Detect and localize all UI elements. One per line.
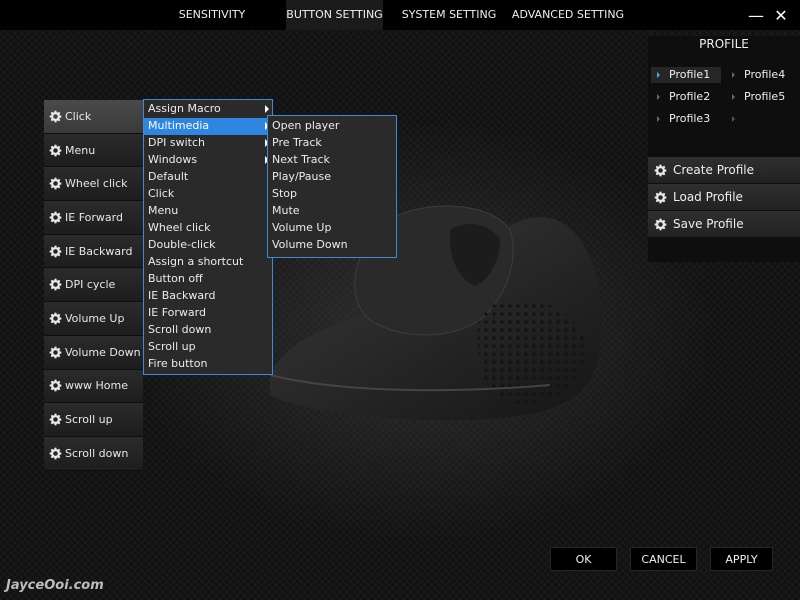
function-menu: Assign Macro Multimedia DPI switch Windo… <box>143 99 273 375</box>
submenu-item-open-player[interactable]: Open player <box>268 118 396 135</box>
menu-item-scroll-up[interactable]: Scroll up <box>144 339 272 356</box>
cancel-button[interactable]: CANCEL <box>630 547 697 571</box>
profile-dot-icon <box>732 94 735 100</box>
top-bar: SENSITIVITY BUTTON SETTING SYSTEM SETTIN… <box>0 0 800 30</box>
menu-item-button-off[interactable]: Button off <box>144 271 272 288</box>
apply-button[interactable]: APPLY <box>710 547 773 571</box>
watermark: JayceOoi.com <box>6 578 104 593</box>
button-label: Wheel click <box>65 177 128 191</box>
close-icon[interactable]: ✕ <box>771 6 791 26</box>
gear-icon <box>49 447 62 460</box>
submenu-item-play-pause[interactable]: Play/Pause <box>268 169 396 186</box>
menu-item-ie-forward[interactable]: IE Forward <box>144 305 272 322</box>
button-scroll-down[interactable]: Scroll down <box>44 436 143 471</box>
mouse-button-list: Click Menu Wheel click IE Forward IE Bac… <box>44 100 143 471</box>
load-profile-button[interactable]: Load Profile <box>648 184 800 210</box>
menu-item-default[interactable]: Default <box>144 169 272 186</box>
minimize-icon[interactable]: — <box>746 6 766 26</box>
button-label: Menu <box>65 143 96 157</box>
submenu-item-volume-up[interactable]: Volume Up <box>268 220 396 237</box>
button-wheel-click[interactable]: Wheel click <box>44 167 143 202</box>
gear-icon <box>49 346 62 359</box>
button-label: IE Backward <box>65 244 133 258</box>
submenu-arrow-icon <box>265 105 269 113</box>
save-profile-button[interactable]: Save Profile <box>648 211 800 237</box>
profile-item-5[interactable]: Profile5 <box>726 89 796 105</box>
profile-item-1[interactable]: Profile1 <box>651 67 721 83</box>
gear-icon <box>49 379 62 392</box>
menu-item-multimedia[interactable]: Multimedia <box>144 118 272 135</box>
empty-slot-icon <box>732 116 735 122</box>
profile-item-4[interactable]: Profile4 <box>726 67 796 83</box>
button-label: Volume Down <box>65 345 141 359</box>
tab-sensitivity[interactable]: SENSITIVITY <box>166 0 258 30</box>
gear-icon <box>49 211 62 224</box>
submenu-item-volume-down[interactable]: Volume Down <box>268 237 396 254</box>
gear-icon <box>654 218 667 231</box>
button-www-home[interactable]: www Home <box>44 369 143 404</box>
multimedia-submenu: Open player Pre Track Next Track Play/Pa… <box>267 115 397 258</box>
button-click[interactable]: Click <box>44 100 143 134</box>
button-ie-forward[interactable]: IE Forward <box>44 201 143 235</box>
menu-item-assign-macro[interactable]: Assign Macro <box>144 101 272 118</box>
profile-dot-icon <box>732 72 735 78</box>
button-label: IE Forward <box>65 210 123 224</box>
button-label: Scroll up <box>65 413 113 427</box>
submenu-item-pre-track[interactable]: Pre Track <box>268 135 396 152</box>
profile-item-3[interactable]: Profile3 <box>651 111 721 127</box>
gear-icon <box>49 413 62 426</box>
submenu-item-stop[interactable]: Stop <box>268 186 396 203</box>
profile-dot-icon <box>657 116 660 122</box>
menu-item-windows[interactable]: Windows <box>144 152 272 169</box>
button-volume-down[interactable]: Volume Down <box>44 335 143 370</box>
tab-system-setting[interactable]: SYSTEM SETTING <box>397 0 501 30</box>
menu-item-wheel-click[interactable]: Wheel click <box>144 220 272 237</box>
profile-dot-icon <box>657 72 660 78</box>
button-label: Scroll down <box>65 446 129 460</box>
profile-item-2[interactable]: Profile2 <box>651 89 721 105</box>
menu-item-click[interactable]: Click <box>144 186 272 203</box>
menu-item-scroll-down[interactable]: Scroll down <box>144 322 272 339</box>
profile-title: PROFILE <box>699 37 749 51</box>
menu-item-ie-backward[interactable]: IE Backward <box>144 288 272 305</box>
gear-icon <box>49 144 62 157</box>
gear-icon <box>49 177 62 190</box>
menu-item-dpi-switch[interactable]: DPI switch <box>144 135 272 152</box>
ok-button[interactable]: OK <box>550 547 617 571</box>
button-ie-backward[interactable]: IE Backward <box>44 234 143 269</box>
button-label: Volume Up <box>65 311 125 325</box>
gear-icon <box>49 312 62 325</box>
create-profile-button[interactable]: Create Profile <box>648 157 800 183</box>
gear-icon <box>49 245 62 258</box>
tab-advanced-setting[interactable]: ADVANCED SETTING <box>510 0 626 30</box>
menu-item-menu[interactable]: Menu <box>144 203 272 220</box>
gear-icon <box>49 110 62 123</box>
button-label: DPI cycle <box>65 278 116 292</box>
gear-icon <box>654 164 667 177</box>
button-dpi-cycle[interactable]: DPI cycle <box>44 268 143 303</box>
menu-item-fire-button[interactable]: Fire button <box>144 356 272 373</box>
submenu-item-mute[interactable]: Mute <box>268 203 396 220</box>
button-label: www Home <box>65 379 128 393</box>
submenu-item-next-track[interactable]: Next Track <box>268 152 396 169</box>
button-volume-up[interactable]: Volume Up <box>44 302 143 336</box>
gear-icon <box>654 191 667 204</box>
gear-icon <box>49 278 62 291</box>
button-label: Click <box>65 109 92 123</box>
profile-dot-icon <box>657 94 660 100</box>
menu-item-assign-shortcut[interactable]: Assign a shortcut <box>144 254 272 271</box>
tab-button-setting[interactable]: BUTTON SETTING <box>286 0 383 30</box>
button-scroll-up[interactable]: Scroll up <box>44 403 143 437</box>
button-menu[interactable]: Menu <box>44 133 143 168</box>
menu-item-double-click[interactable]: Double-click <box>144 237 272 254</box>
